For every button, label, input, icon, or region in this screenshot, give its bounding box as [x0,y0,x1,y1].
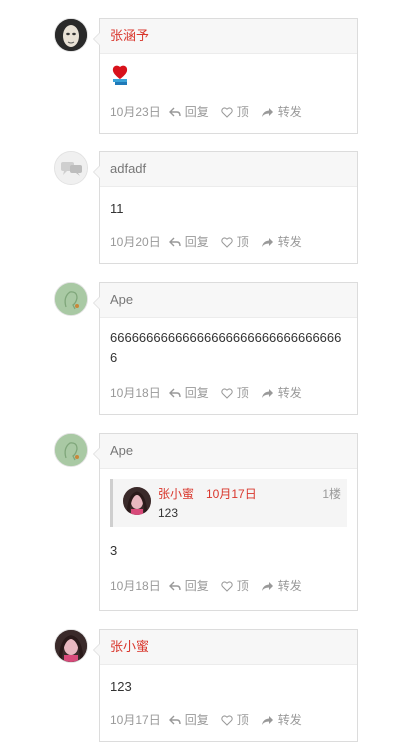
quote-text: 123 [158,506,179,520]
reply-arrow-icon [168,581,181,591]
reply-arrow-icon [168,237,181,247]
ape-avatar-icon [55,283,87,315]
quoted-comment: 张小蜜 10月17日 1楼 123 [110,479,347,527]
reply-button[interactable]: 回复 [168,102,209,122]
comment-date: 10月18日 [110,386,161,400]
comment-author[interactable]: 张小蜜 [100,630,357,665]
quote-floor: 1楼 [322,487,341,501]
reply-button[interactable]: 回复 [168,710,209,730]
reply-arrow-icon [168,107,181,117]
share-arrow-icon [261,107,273,117]
avatar[interactable] [54,282,88,316]
share-button[interactable]: 转发 [261,232,302,252]
ape-avatar-icon [55,434,87,466]
heart-outline-icon [221,714,233,726]
share-arrow-icon [261,388,273,398]
comment-author[interactable]: adfadf [100,152,357,187]
share-button[interactable]: 转发 [261,576,302,596]
comment-content: 3 [110,543,118,558]
heart-outline-icon [221,106,233,118]
default-chat-avatar-icon [55,152,87,184]
heart-outline-icon [221,580,233,592]
like-button[interactable]: 顶 [221,383,249,403]
share-arrow-icon [261,237,273,247]
like-button[interactable]: 顶 [221,710,249,730]
girl-avatar-icon [123,487,151,515]
quote-author[interactable]: 张小蜜 [158,485,194,502]
comment-date: 10月17日 [110,713,161,727]
share-button[interactable]: 转发 [261,710,302,730]
comment-content: 666666666666666666666666666666666 [110,330,342,365]
comment-card: Ape 666666666666666666666666666666666 10… [93,282,358,415]
share-arrow-icon [261,715,273,725]
emoji-icon [112,65,128,85]
comment-card: Ape 张小蜜 10月17日 1楼 123 3 10月18日 回复 顶 转发 [93,433,358,611]
like-button[interactable]: 顶 [221,232,249,252]
comment-card: 张小蜜 123 10月17日 回复 顶 转发 [93,629,358,742]
avatar[interactable] [54,629,88,663]
comment-author[interactable]: Ape [100,283,357,318]
comment-content: 123 [110,679,132,694]
avatar[interactable] [54,18,88,52]
avatar[interactable] [54,433,88,467]
mask-avatar-icon [55,19,87,51]
comment-date: 10月18日 [110,579,161,593]
share-button[interactable]: 转发 [261,383,302,403]
heart-outline-icon [221,236,233,248]
comment-date: 10月20日 [110,235,161,249]
reply-button[interactable]: 回复 [168,383,209,403]
reply-button[interactable]: 回复 [168,576,209,596]
comment-author[interactable]: Ape [100,434,357,469]
reply-arrow-icon [168,388,181,398]
comment-author[interactable]: 张涵予 [100,19,357,54]
comment-card: adfadf 11 10月20日 回复 顶 转发 [93,151,358,264]
share-arrow-icon [261,581,273,591]
comment-card: 张涵予 10月23日 回复 顶 转发 [93,18,358,134]
heart-outline-icon [221,387,233,399]
share-button[interactable]: 转发 [261,102,302,122]
quote-date: 10月17日 [206,487,257,501]
girl-avatar-icon [55,630,87,662]
quote-avatar[interactable] [123,487,151,515]
like-button[interactable]: 顶 [221,102,249,122]
comment-date: 10月23日 [110,105,161,119]
reply-arrow-icon [168,715,181,725]
comment-content: 11 [110,201,124,216]
reply-button[interactable]: 回复 [168,232,209,252]
avatar[interactable] [54,151,88,185]
like-button[interactable]: 顶 [221,576,249,596]
